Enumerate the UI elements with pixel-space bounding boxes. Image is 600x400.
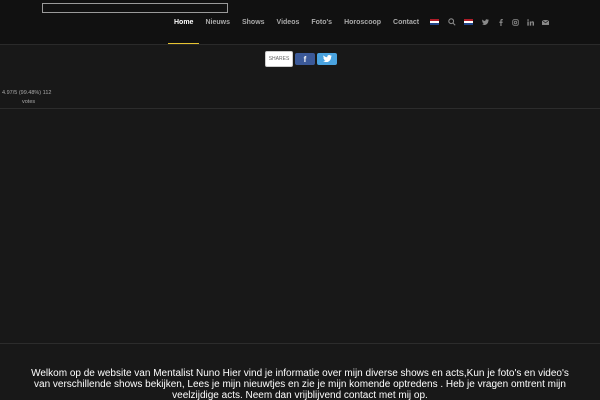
header-icons: [444, 0, 553, 44]
nav-item-fotos[interactable]: Foto's: [305, 0, 338, 44]
nav-item-shows[interactable]: Shows: [236, 0, 271, 44]
twitter-share-button[interactable]: [317, 53, 337, 65]
mail-icon[interactable]: [538, 15, 553, 30]
facebook-share-button[interactable]: f: [295, 53, 315, 65]
nav-item-nieuws[interactable]: Nieuws: [199, 0, 236, 44]
flag-nl-icon[interactable]: [464, 19, 473, 25]
nav-item-horoscoop[interactable]: Horoscoop: [338, 0, 387, 44]
welcome-text: Welkom op de website van Mentalist Nuno …: [31, 368, 569, 400]
linkedin-icon[interactable]: [523, 15, 538, 30]
twitter-icon[interactable]: [478, 15, 493, 30]
twitter-icon: [322, 54, 332, 64]
rating-score: 4.97/5 (99.48%) 112: [2, 90, 52, 96]
page: Home Nieuws Shows Videos Foto's Horoscoo…: [0, 0, 600, 400]
header: Home Nieuws Shows Videos Foto's Horoscoo…: [0, 0, 600, 45]
shares-count: SHARES: [265, 51, 293, 67]
nav-item-home[interactable]: Home: [168, 0, 200, 44]
nav-item-contact[interactable]: Contact: [387, 0, 425, 44]
instagram-icon[interactable]: [508, 15, 523, 30]
rating: 4.97/5 (99.48%) 112 votes: [2, 89, 62, 107]
flag-nl-icon[interactable]: [430, 19, 440, 25]
footer-divider: [0, 343, 600, 344]
content-divider: [0, 108, 600, 109]
search-icon[interactable]: [444, 15, 459, 30]
facebook-icon: f: [303, 54, 307, 64]
rating-votes: votes: [22, 99, 36, 105]
share-bar: SHARES f: [265, 51, 337, 67]
main-nav: Home Nieuws Shows Videos Foto's Horoscoo…: [168, 0, 444, 44]
facebook-icon[interactable]: [493, 15, 508, 30]
nav-item-videos[interactable]: Videos: [271, 0, 306, 44]
